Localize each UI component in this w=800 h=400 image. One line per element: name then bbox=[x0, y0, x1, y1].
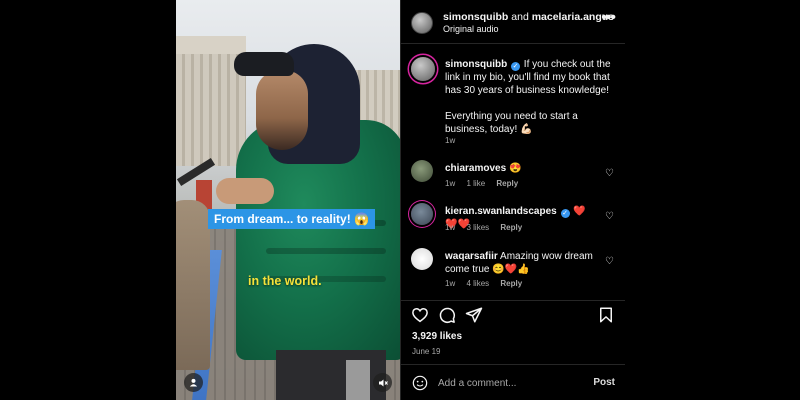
comment-meta: 1w 3 likes Reply bbox=[445, 223, 531, 232]
video-caption-box: From dream... to reality! 😱 bbox=[208, 209, 375, 229]
verified-badge-icon: ✓ bbox=[511, 62, 521, 71]
palace-building bbox=[176, 36, 246, 166]
comment-time: 1w bbox=[445, 179, 456, 188]
author-avatar[interactable] bbox=[411, 12, 433, 34]
trousers bbox=[276, 350, 386, 400]
post-authors: simonsquibb and macelaria.angus bbox=[443, 11, 614, 23]
and-text: and bbox=[508, 11, 532, 23]
likes-count[interactable]: 3,929 likes bbox=[412, 331, 462, 342]
comment-username[interactable]: kieran.swanlandscapes bbox=[445, 206, 557, 217]
save-bookmark-icon[interactable] bbox=[597, 306, 615, 324]
comment-reply-button[interactable]: Reply bbox=[500, 279, 522, 288]
comment-likes[interactable]: 1 like bbox=[466, 179, 485, 188]
user-tag-icon[interactable] bbox=[184, 373, 203, 392]
post-comment-button[interactable]: Post bbox=[593, 377, 615, 388]
comment-reply-button[interactable]: Reply bbox=[496, 179, 518, 188]
comment-body: waqarsafiir Amazing wow dream come true … bbox=[445, 250, 595, 276]
video-subtitle: in the world. bbox=[248, 274, 322, 288]
comment-likes[interactable]: 3 likes bbox=[466, 223, 489, 232]
caption-username[interactable]: simonsquibb bbox=[445, 59, 507, 70]
comment-time: 1w bbox=[445, 223, 456, 232]
caption-text-2: Everything you need to start a business,… bbox=[445, 111, 578, 135]
emoji-icon[interactable] bbox=[412, 375, 428, 391]
comment-icon[interactable] bbox=[438, 306, 456, 324]
verified-badge-icon: ✓ bbox=[560, 209, 570, 218]
comment-likes[interactable]: 4 likes bbox=[466, 279, 489, 288]
man-hands bbox=[216, 178, 274, 204]
man-face bbox=[256, 70, 308, 150]
add-comment-bar: Post bbox=[401, 364, 625, 400]
comment-text: 😍 bbox=[508, 163, 522, 174]
post-details-panel: simonsquibb and macelaria.angus Original… bbox=[400, 0, 625, 400]
comment-item: kieran.swanlandscapes ✓ ❤️❤️❤️ 1w 3 like… bbox=[401, 203, 625, 243]
more-options-icon[interactable]: ••• bbox=[601, 10, 616, 26]
comment-meta: 1w 1 like Reply bbox=[445, 179, 527, 188]
add-comment-input[interactable] bbox=[438, 374, 578, 392]
like-heart-icon[interactable] bbox=[411, 306, 429, 324]
commenter-avatar[interactable] bbox=[411, 203, 433, 225]
black-cap bbox=[234, 52, 294, 76]
comment-time: 1w bbox=[445, 279, 456, 288]
post-header: simonsquibb and macelaria.angus Original… bbox=[401, 0, 625, 44]
post-date: June 19 bbox=[412, 347, 441, 356]
comment-username[interactable]: waqarsafiir bbox=[445, 251, 498, 262]
commenter-avatar[interactable] bbox=[411, 160, 433, 182]
like-comment-icon[interactable]: ♡ bbox=[605, 169, 615, 179]
interviewer-figure bbox=[176, 200, 210, 370]
comment-reply-button[interactable]: Reply bbox=[500, 223, 522, 232]
caption-time: 1w bbox=[445, 136, 456, 145]
reel-video[interactable]: From dream... to reality! 😱 in the world… bbox=[176, 0, 400, 400]
caption-body: simonsquibb ✓ If you check out the link … bbox=[445, 58, 611, 136]
comment-body: chiaramoves 😍 bbox=[445, 162, 595, 175]
comment-meta: 1w 4 likes Reply bbox=[445, 279, 531, 288]
commenter-avatar[interactable] bbox=[411, 248, 433, 270]
caption-author-avatar[interactable] bbox=[411, 57, 435, 81]
comment-item: chiaramoves 😍 1w 1 like Reply ♡ bbox=[401, 160, 625, 200]
share-icon[interactable] bbox=[465, 306, 483, 324]
post-actions bbox=[401, 300, 625, 328]
audio-label[interactable]: Original audio bbox=[443, 24, 499, 34]
like-comment-icon[interactable]: ♡ bbox=[605, 257, 615, 267]
like-comment-icon[interactable]: ♡ bbox=[605, 212, 615, 222]
mute-icon[interactable] bbox=[373, 373, 392, 392]
comment-username[interactable]: chiaramoves bbox=[445, 163, 506, 174]
author-link-1[interactable]: simonsquibb bbox=[443, 11, 508, 23]
comment-item: waqarsafiir Amazing wow dream come true … bbox=[401, 248, 625, 288]
